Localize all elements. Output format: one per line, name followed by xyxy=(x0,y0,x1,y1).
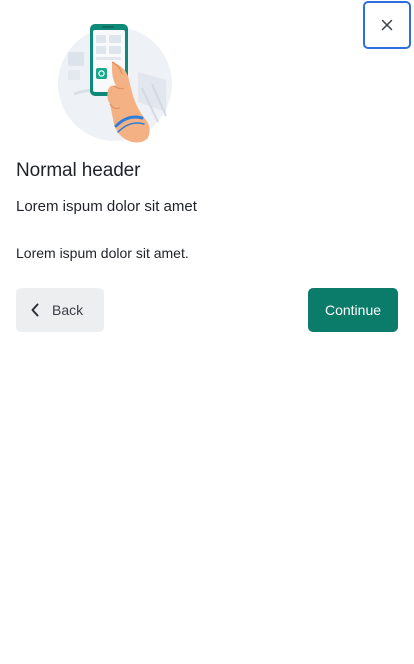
hand-holding-phone-illustration xyxy=(58,24,172,143)
dialog-body-text: Lorem ispum dolor sit amet. xyxy=(16,245,189,261)
dialog-page: Normal header Lorem ispum dolor sit amet… xyxy=(0,0,414,664)
chevron-left-icon xyxy=(31,303,39,317)
dialog-title: Normal header xyxy=(16,160,141,181)
dialog-subtitle: Lorem ispum dolor sit amet xyxy=(16,198,197,215)
back-button-label: Back xyxy=(52,302,84,318)
close-icon xyxy=(381,19,393,31)
close-button[interactable] xyxy=(363,1,411,49)
back-button[interactable]: Back xyxy=(16,288,104,332)
continue-button[interactable]: Continue xyxy=(308,288,398,332)
